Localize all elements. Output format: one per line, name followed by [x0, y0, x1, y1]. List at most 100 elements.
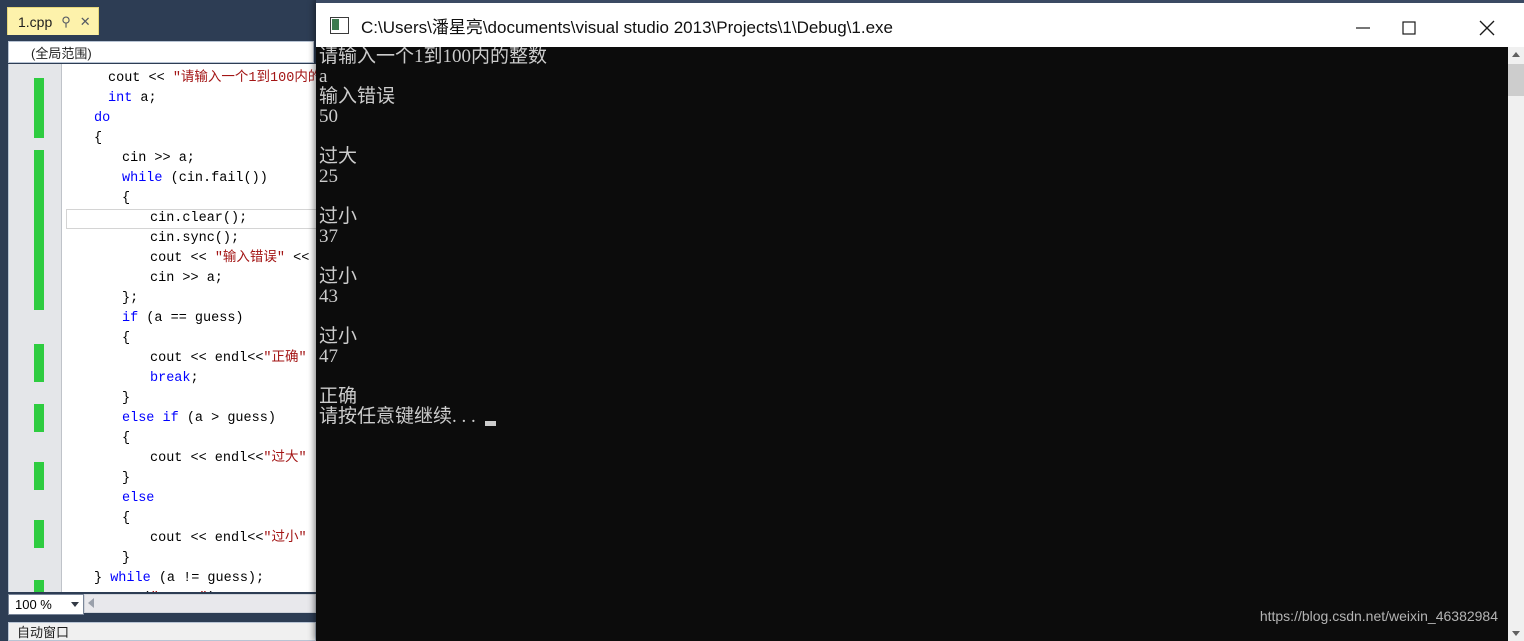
close-icon: [1479, 20, 1495, 36]
code-token: (cin.fail()): [162, 171, 268, 186]
code-token: while: [110, 571, 151, 586]
change-bar: [34, 404, 44, 432]
console-output-line: 过小: [319, 326, 358, 347]
code-line: } while (a != guess);: [94, 569, 264, 589]
code-token: if: [122, 311, 139, 326]
code-token: {: [122, 331, 131, 346]
code-line: cin.sync();: [150, 229, 239, 249]
console-title-text: C:\Users\潘星亮\documents\visual studio 201…: [361, 17, 893, 37]
console-output-line: 25: [319, 166, 338, 187]
code-line: {: [94, 129, 102, 149]
code-token: else if: [122, 411, 179, 426]
code-line: {: [122, 429, 130, 449]
code-token: break: [150, 371, 191, 386]
code-token: system(: [94, 591, 151, 592]
console-vertical-scrollbar[interactable]: [1508, 47, 1524, 641]
code-line: };: [122, 289, 138, 309]
close-icon[interactable]: ✕: [80, 15, 91, 28]
maximize-button[interactable]: [1386, 6, 1432, 50]
editor-tab-1cpp[interactable]: 1.cpp ⚲ ✕: [7, 7, 99, 35]
pin-icon[interactable]: ⚲: [61, 15, 71, 28]
code-line: cout << endl<<"过小": [150, 529, 307, 549]
autos-window-panel[interactable]: 自动窗口: [8, 622, 316, 641]
screenshot-root: 1.cpp ⚲ ✕ (全局范围) cout << "请输入一个1到100内的a i…: [0, 0, 1524, 641]
code-line: system("pause");: [94, 589, 224, 592]
minimize-icon: [1356, 27, 1370, 29]
code-line: {: [122, 329, 130, 349]
code-token: }: [122, 391, 131, 406]
editor-zoom-dropdown[interactable]: 100 %: [8, 594, 84, 615]
editor-horizontal-scrollbar[interactable]: [84, 594, 316, 613]
watermark-text: https://blog.csdn.net/weixin_46382984: [1259, 608, 1498, 624]
editor-tab-label: 1.cpp: [18, 13, 53, 30]
console-title-bar[interactable]: C:\Users\潘星亮\documents\visual studio 201…: [316, 0, 1524, 47]
chevron-down-icon[interactable]: [71, 602, 79, 607]
autos-window-label: 自动窗口: [17, 625, 70, 640]
console-output-line: 正确: [319, 386, 358, 407]
close-button[interactable]: [1464, 6, 1510, 50]
console-app-icon: [330, 16, 349, 34]
code-token: ;: [190, 371, 199, 386]
console-output-line: 43: [319, 286, 338, 307]
code-line: break;: [150, 369, 199, 389]
change-bar: [34, 78, 44, 138]
console-output-line: 47: [319, 346, 338, 367]
console-output-line: 过大: [319, 146, 358, 167]
console-output-line: 50: [319, 106, 338, 127]
code-token: }: [94, 571, 111, 586]
code-token: else: [122, 491, 155, 506]
scrollbar-thumb[interactable]: [1508, 64, 1524, 96]
minimize-button[interactable]: [1340, 6, 1386, 50]
code-token: {: [94, 131, 103, 146]
change-bar: [34, 344, 44, 382]
code-token: cout << endl<<: [150, 531, 264, 546]
code-token: cout << endl<<: [150, 351, 264, 366]
code-line: cout << "请输入一个1到100内的a: [108, 69, 316, 89]
code-token: "输入错误": [214, 251, 286, 266]
code-token: {: [122, 511, 131, 526]
editor-tab-strip: 1.cpp ⚲ ✕: [0, 0, 316, 38]
code-token: a;: [132, 91, 157, 106]
code-token: {: [122, 191, 131, 206]
code-line: cout << endl<<"正确": [150, 349, 307, 369]
scroll-down-icon[interactable]: [1512, 631, 1520, 636]
editor-zoom-label: 100 %: [15, 597, 52, 612]
code-token: "过大": [263, 451, 307, 466]
code-line: else: [122, 489, 154, 509]
code-line: cout << endl<<"过大": [150, 449, 307, 469]
code-token: cin >> a;: [122, 151, 195, 166]
code-token: (a == guess): [138, 311, 244, 326]
console-window[interactable]: C:\Users\潘星亮\documents\visual studio 201…: [316, 0, 1524, 641]
code-token: int: [108, 91, 133, 106]
code-line: cin.clear();: [150, 209, 247, 229]
code-line: {: [122, 509, 130, 529]
code-token: while: [122, 171, 163, 186]
console-output-area[interactable]: 请输入一个1到100内的整数 a 输入错误 50 过大 25 过小 37 过小 43 过小 47 正确请…: [316, 47, 1508, 641]
code-line: }: [122, 469, 130, 489]
scroll-up-icon[interactable]: [1512, 52, 1520, 57]
code-token: }: [122, 471, 131, 486]
scroll-left-icon[interactable]: [88, 598, 94, 608]
console-output-line: 过小: [319, 266, 358, 287]
editor-gutter: [9, 64, 61, 592]
code-line: do: [94, 109, 110, 129]
code-token: do: [94, 111, 111, 126]
code-editor[interactable]: cout << "请输入一个1到100内的a int a; do { cin >> a;…: [8, 64, 316, 592]
code-text-area[interactable]: cout << "请输入一个1到100内的a int a; do { cin >> a;…: [61, 64, 316, 592]
change-bar: [34, 580, 44, 592]
maximize-icon: [1402, 21, 1416, 35]
code-token: <<: [285, 251, 310, 266]
scope-label: (全局范围): [31, 45, 92, 61]
code-token: cin >> a;: [150, 271, 223, 286]
code-token: };: [122, 291, 139, 306]
code-line: cin >> a;: [150, 269, 223, 289]
console-cursor: [485, 421, 497, 426]
code-token: cout <<: [108, 71, 173, 86]
console-output-line: 过小: [319, 206, 358, 227]
scope-dropdown[interactable]: (全局范围): [8, 41, 314, 63]
code-token: }: [122, 551, 131, 566]
change-bar: [34, 150, 44, 310]
code-line: }: [122, 549, 130, 569]
code-token: cin.sync();: [150, 231, 240, 246]
change-bar: [34, 520, 44, 548]
